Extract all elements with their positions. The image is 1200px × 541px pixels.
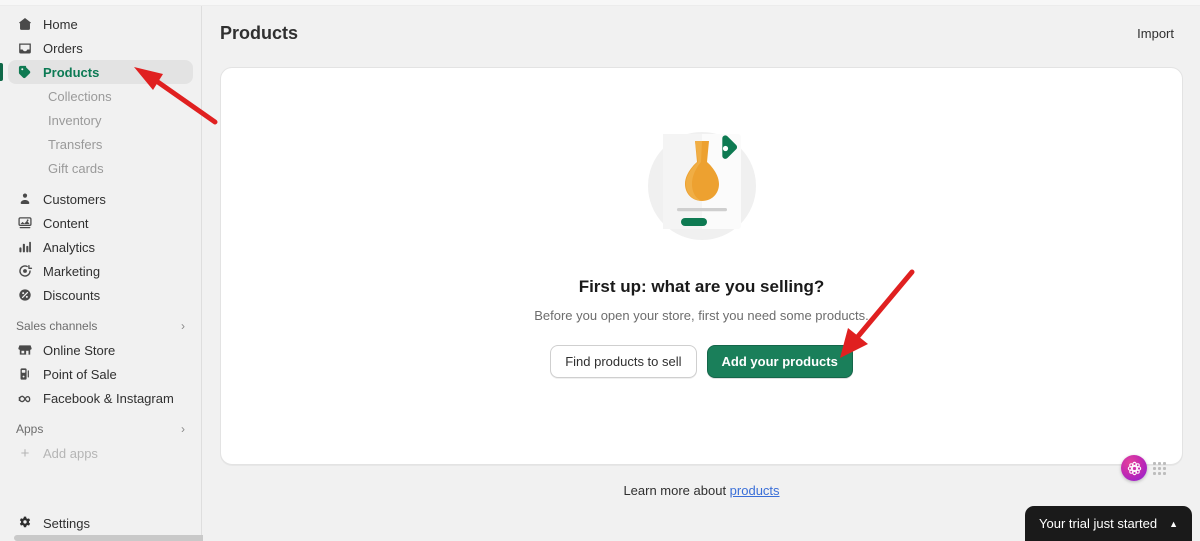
sidebar-item-point-of-sale[interactable]: Point of Sale: [8, 362, 193, 386]
sidebar-item-label: Transfers: [48, 136, 103, 152]
trial-banner-label: Your trial just started: [1039, 516, 1158, 531]
product-card-vase-illustration: [640, 124, 764, 248]
sidebar-item-label: Add apps: [43, 445, 98, 461]
sidebar-item-label: Collections: [48, 88, 112, 104]
drag-dots-icon[interactable]: [1153, 461, 1166, 475]
page-title: Products: [220, 22, 299, 43]
sidebar-item-label: Marketing: [43, 263, 101, 279]
pos-icon: [16, 365, 34, 383]
sidebar-item-content[interactable]: Content: [8, 211, 193, 235]
helper-widget: [1121, 455, 1166, 481]
find-products-to-sell-button[interactable]: Find products to sell: [550, 345, 697, 378]
learn-more-prefix: Learn more about: [623, 483, 730, 498]
products-help-link[interactable]: products: [730, 483, 780, 498]
chevron-right-icon[interactable]: ›: [181, 320, 185, 332]
facebook-instagram-icon: [16, 389, 34, 407]
sidebar-item-customers[interactable]: Customers: [8, 187, 193, 211]
empty-state-title: First up: what are you selling?: [578, 277, 825, 296]
discounts-icon: [16, 286, 34, 304]
analytics-icon: [16, 238, 34, 256]
sidebar-item-marketing[interactable]: Marketing: [8, 259, 193, 283]
chevron-right-icon[interactable]: ›: [181, 423, 185, 435]
sidebar-item-label: Gift cards: [48, 160, 104, 176]
primary-sidebar: Home Orders Products Collections Invento…: [0, 6, 239, 541]
sidebar-item-label: Discounts: [43, 287, 101, 303]
gear-icon: [16, 514, 34, 532]
plus-icon: +: [20, 444, 30, 462]
sidebar-item-home[interactable]: Home: [8, 12, 193, 36]
selected-indicator-bar: [0, 63, 3, 81]
empty-state: First up: what are you selling? Before y…: [221, 124, 1182, 378]
trial-banner[interactable]: Your trial just started ▲: [1025, 506, 1192, 541]
empty-state-actions: Find products to sell Add your products: [550, 345, 853, 378]
caret-up-icon[interactable]: ▲: [1169, 519, 1178, 529]
store-icon: [16, 341, 34, 359]
sidebar-item-orders[interactable]: Orders: [8, 36, 193, 60]
sidebar-item-online-store[interactable]: Online Store: [8, 338, 193, 362]
sidebar-item-products[interactable]: Products: [0, 60, 193, 84]
sidebar-item-label: Home: [43, 16, 78, 32]
sidebar-section-sales-channels[interactable]: Sales channels ›: [8, 314, 193, 338]
section-title: Apps: [16, 422, 44, 436]
main-content: Products Import First up: what are you s…: [203, 6, 1200, 541]
products-tag-icon: [16, 63, 34, 81]
sidebar-item-analytics[interactable]: Analytics: [8, 235, 193, 259]
sidebar-item-label: Analytics: [43, 239, 96, 255]
orders-icon: [16, 39, 34, 57]
sidebar-item-label: Products: [43, 64, 100, 80]
learn-more-footer: Learn more about products: [203, 483, 1200, 498]
assistant-orb-icon[interactable]: [1121, 455, 1147, 481]
shopify-admin-products-page: Home Orders Products Collections Invento…: [0, 0, 1200, 541]
sidebar-section-apps[interactable]: Apps ›: [8, 417, 193, 441]
products-empty-state-card: First up: what are you selling? Before y…: [220, 67, 1183, 481]
add-your-products-button[interactable]: Add your products: [706, 345, 853, 378]
sidebar-item-label: Customers: [43, 191, 106, 207]
sidebar-item-settings[interactable]: Settings: [8, 511, 193, 535]
page-header: Products Import: [203, 6, 1200, 60]
section-title: Sales channels: [16, 319, 98, 333]
sidebar-item-gift-cards[interactable]: Gift cards: [8, 156, 193, 180]
home-icon: [16, 15, 34, 33]
sidebar-item-discounts[interactable]: Discounts: [8, 283, 193, 307]
sidebar-item-inventory[interactable]: Inventory: [8, 108, 193, 132]
content-icon: [16, 214, 34, 232]
sidebar-item-label: Facebook & Instagram: [43, 390, 174, 406]
customers-icon: [16, 190, 34, 208]
sidebar-item-add-apps[interactable]: + Add apps: [8, 441, 193, 465]
sidebar-item-label: Content: [43, 215, 89, 231]
sidebar-item-label: Orders: [43, 40, 83, 56]
sidebar-item-label: Online Store: [43, 342, 116, 358]
sidebar-item-label: Settings: [43, 515, 90, 531]
marketing-icon: [16, 262, 34, 280]
sidebar-item-facebook-instagram[interactable]: Facebook & Instagram: [8, 386, 193, 410]
empty-state-subtitle: Before you open your store, first you ne…: [534, 308, 869, 323]
import-button[interactable]: Import: [1128, 21, 1183, 46]
sidebar-item-transfers[interactable]: Transfers: [8, 132, 193, 156]
sidebar-item-label: Point of Sale: [43, 366, 117, 382]
sidebar-item-label: Inventory: [48, 112, 102, 128]
sidebar-settings-row: Settings: [0, 511, 201, 535]
sidebar-item-collections[interactable]: Collections: [8, 84, 193, 108]
